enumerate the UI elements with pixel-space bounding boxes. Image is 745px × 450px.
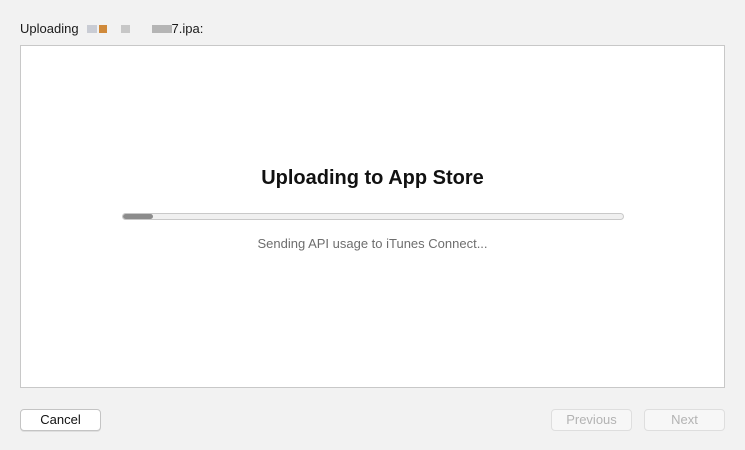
next-button[interactable]: Next	[644, 409, 725, 431]
filename-suffix: 7.ipa:	[171, 21, 204, 36]
upload-progress-bar	[122, 213, 624, 220]
upload-header: Uploading 7.ipa:	[20, 21, 203, 36]
previous-button[interactable]: Previous	[551, 409, 632, 431]
upload-progress-fill	[123, 214, 153, 219]
upload-panel: Uploading to App Store Sending API usage…	[20, 45, 725, 388]
filename-redacted	[85, 24, 172, 33]
cancel-button[interactable]: Cancel	[20, 409, 101, 431]
upload-label: Uploading	[20, 21, 79, 36]
page-title: Uploading to App Store	[261, 167, 484, 189]
status-text: Sending API usage to iTunes Connect...	[257, 236, 488, 251]
